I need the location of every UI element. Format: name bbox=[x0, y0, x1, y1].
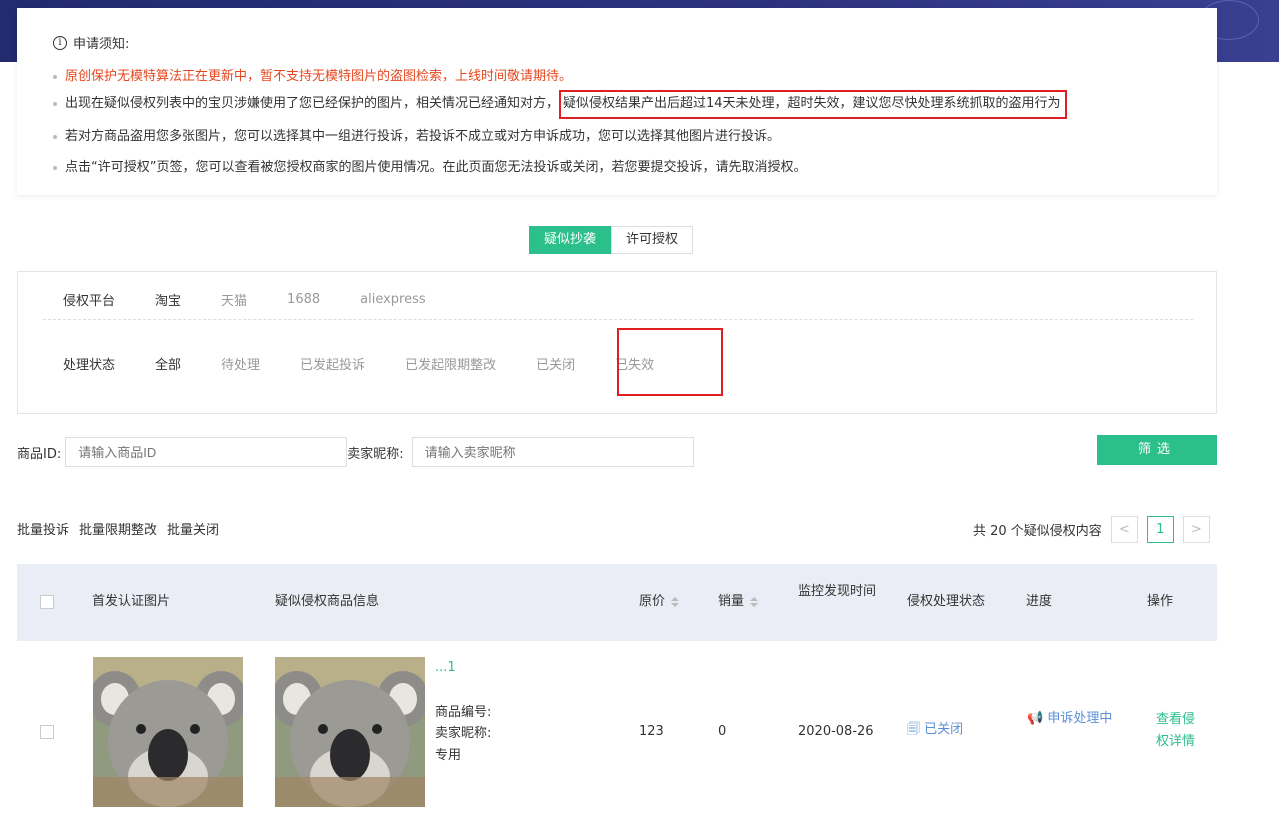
bullet-dot bbox=[53, 134, 57, 139]
product-id-label: 商品ID: bbox=[17, 446, 62, 462]
seller-name-label: 卖家昵称: bbox=[435, 726, 492, 741]
koala-image bbox=[93, 657, 243, 807]
koala-image bbox=[275, 657, 425, 807]
notice-line-2: 出现在疑似侵权列表中的宝贝涉嫌使用了您已经保护的图片，相关情况已经通知对方， 疑似… bbox=[53, 90, 1067, 119]
notice-line-3: 若对方商品盗用您多张图片，您可以选择其中一组进行投诉，若投诉不成立或对方申诉成功… bbox=[53, 125, 780, 144]
col-price-label: 原价 bbox=[639, 594, 666, 609]
prev-page-button[interactable]: < bbox=[1110, 516, 1138, 543]
status-all[interactable]: 全部 bbox=[155, 354, 181, 373]
col-found-time: 监控发现时间 bbox=[798, 584, 877, 599]
document-icon: 🗐 bbox=[907, 722, 925, 737]
progress-cell[interactable]: 📢 申诉处理中 bbox=[1027, 708, 1117, 730]
bulk-complaint-button[interactable]: 批量投诉 bbox=[17, 519, 69, 538]
status-complaint-filed[interactable]: 已发起投诉 bbox=[300, 354, 365, 373]
col-sales[interactable]: 销量 bbox=[718, 592, 759, 612]
notice-text: 原创保护无模特算法正在更新中，暂不支持无模特图片的盗图检索，上线时间敬请期待。 bbox=[65, 69, 573, 84]
sales-cell: 0 bbox=[718, 724, 727, 739]
col-progress: 进度 bbox=[1026, 594, 1053, 609]
page-1-button[interactable]: 1 bbox=[1146, 516, 1174, 543]
pagination: 共 20 个疑似侵权内容 < 1 > bbox=[973, 516, 1210, 543]
bullet-dot bbox=[53, 74, 57, 79]
search-row: 商品ID: 卖家昵称: bbox=[17, 437, 694, 467]
seller-input[interactable] bbox=[411, 437, 694, 467]
bullet-dot bbox=[53, 101, 57, 106]
platform-taobao[interactable]: 淘宝 bbox=[155, 290, 181, 309]
result-count: 共 20 个疑似侵权内容 bbox=[973, 524, 1102, 539]
status-rectification[interactable]: 已发起限期整改 bbox=[405, 354, 496, 373]
col-original-image: 首发认证图片 bbox=[92, 594, 171, 609]
suspected-image[interactable] bbox=[275, 657, 425, 807]
tab-bar: 疑似抄袭 许可授权 bbox=[529, 226, 694, 254]
seller-label: 卖家昵称: bbox=[347, 446, 404, 462]
platform-aliexpress[interactable]: aliexpress bbox=[360, 292, 426, 307]
row-checkbox[interactable] bbox=[40, 725, 54, 739]
bullet-dot bbox=[53, 165, 57, 170]
bulk-actions: 批量投诉 批量限期整改 批量关闭 bbox=[17, 519, 219, 538]
notice-panel: i 申请须知: 原创保护无模特算法正在更新中，暂不支持无模特图片的盗图检索，上线… bbox=[17, 8, 1217, 195]
original-image bbox=[93, 657, 243, 807]
status-pending[interactable]: 待处理 bbox=[221, 354, 260, 373]
notice-text-highlight: 疑似侵权结果产出后超过14天未处理，超时失效，建议您尽快处理系统抓取的盗用行为 bbox=[563, 96, 1061, 111]
sort-icon bbox=[671, 596, 680, 607]
next-page-button[interactable]: > bbox=[1182, 516, 1210, 543]
notice-line-4: 点击“许可授权”页签，您可以查看被您授权商家的图片使用情况。在此页面您无法投诉或… bbox=[53, 156, 806, 175]
megaphone-icon: 📢 bbox=[1027, 711, 1048, 726]
divider bbox=[43, 319, 1193, 320]
filter-panel: 侵权平台 淘宝 天猫 1688 aliexpress 处理状态 全部 待处理 已… bbox=[17, 271, 1217, 414]
tab-suspected-copy[interactable]: 疑似抄袭 bbox=[529, 226, 612, 254]
product-no-label: 商品编号: bbox=[435, 705, 492, 720]
progress-text: 申诉处理中 bbox=[1047, 711, 1113, 726]
tab-licensed[interactable]: 许可授权 bbox=[611, 226, 694, 254]
bulk-close-button[interactable]: 批量关闭 bbox=[167, 519, 219, 538]
col-action: 操作 bbox=[1147, 594, 1174, 609]
col-price[interactable]: 原价 bbox=[639, 592, 680, 612]
seller-name-suffix: 专用 bbox=[435, 748, 462, 763]
sort-icon bbox=[750, 596, 759, 607]
status-closed[interactable]: 已关闭 bbox=[536, 354, 575, 373]
highlight-box bbox=[617, 328, 723, 396]
info-icon: i bbox=[53, 35, 67, 50]
select-all-checkbox[interactable] bbox=[40, 595, 54, 609]
notice-text: 点击“许可授权”页签，您可以查看被您授权商家的图片使用情况。在此页面您无法投诉或… bbox=[65, 160, 807, 175]
col-status: 侵权处理状态 bbox=[907, 594, 986, 609]
table-header: 首发认证图片 疑似侵权商品信息 原价 销量 监控发现时间 侵权处理状态 进度 操… bbox=[17, 564, 1217, 641]
view-detail-link[interactable]: 查看侵权详情 bbox=[1156, 709, 1204, 753]
platform-1688[interactable]: 1688 bbox=[287, 292, 320, 307]
status-filter: 处理状态 全部 待处理 已发起投诉 已发起限期整改 已关闭 已失效 bbox=[63, 354, 694, 373]
status-text: 已关闭 bbox=[924, 722, 964, 737]
status-cell: 🗐 已关闭 bbox=[907, 719, 963, 741]
highlight-box: 疑似侵权结果产出后超过14天未处理，超时失效，建议您尽快处理系统抓取的盗用行为 bbox=[559, 90, 1067, 119]
platform-label: 侵权平台 bbox=[63, 294, 116, 309]
platform-filter: 侵权平台 淘宝 天猫 1688 aliexpress bbox=[63, 290, 466, 309]
price-cell: 123 bbox=[639, 724, 664, 739]
notice-line-1: 原创保护无模特算法正在更新中，暂不支持无模特图片的盗图检索，上线时间敬请期待。 bbox=[53, 65, 572, 84]
notice-text: 出现在疑似侵权列表中的宝贝涉嫌使用了您已经保护的图片，相关情况已经通知对方， bbox=[65, 96, 560, 111]
bulk-rectify-button[interactable]: 批量限期整改 bbox=[79, 519, 157, 538]
status-label: 处理状态 bbox=[63, 358, 116, 373]
product-title-link[interactable]: ...1 bbox=[435, 657, 456, 679]
notice-text: 若对方商品盗用您多张图片，您可以选择其中一组进行投诉，若投诉不成立或对方申诉成功… bbox=[65, 129, 781, 144]
col-sales-label: 销量 bbox=[718, 594, 745, 609]
product-id-input[interactable] bbox=[65, 437, 348, 467]
notice-title: i 申请须知: bbox=[53, 33, 129, 52]
found-date-cell: 2020-08-26 bbox=[798, 724, 874, 739]
platform-tmall[interactable]: 天猫 bbox=[221, 290, 247, 309]
notice-title-text: 申请须知: bbox=[73, 37, 130, 52]
filter-button[interactable]: 筛选 bbox=[1097, 435, 1217, 465]
col-product-info: 疑似侵权商品信息 bbox=[275, 594, 380, 609]
